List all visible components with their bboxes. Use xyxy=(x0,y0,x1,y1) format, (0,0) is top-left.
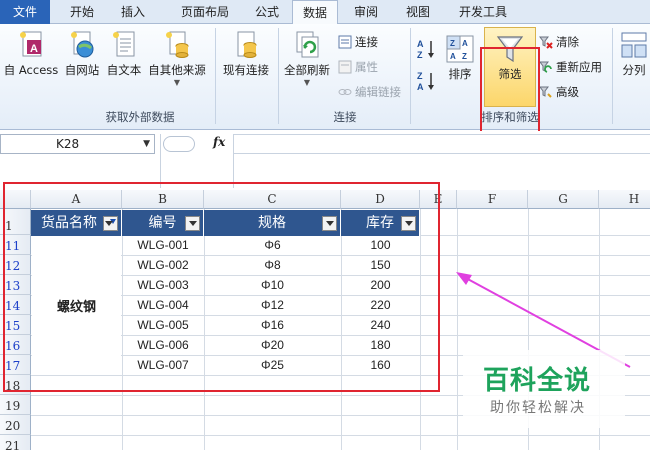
from-web-label: 自网站 xyxy=(64,63,100,77)
refresh-icon xyxy=(296,31,319,58)
watermark: 百科全说 助你轻松解决 xyxy=(463,350,625,428)
edit-links-button[interactable]: 编辑链接 xyxy=(338,84,401,101)
advanced-filter-icon xyxy=(539,86,552,98)
ribbon: A 自 Access 自网站 自文本 自其他来源 ▼ 现有连接 获取外部数据 全… xyxy=(0,24,650,135)
formula-drag-handle[interactable] xyxy=(163,136,195,152)
chevron-down-icon: ▼ xyxy=(173,78,181,87)
text-to-columns-icon xyxy=(621,32,647,58)
svg-text:A: A xyxy=(417,39,424,49)
tab-home[interactable]: 开始 xyxy=(58,0,106,24)
group-separator xyxy=(612,28,613,124)
from-other-sources-label: 自其他来源 xyxy=(148,63,206,77)
tab-data[interactable]: 数据 xyxy=(292,0,338,25)
from-text-label: 自文本 xyxy=(106,63,142,77)
text-to-columns-button[interactable]: 分列 xyxy=(618,30,650,78)
svg-text:A: A xyxy=(462,39,468,48)
svg-text:Z: Z xyxy=(417,71,423,81)
clear-filter-button[interactable]: 清除 xyxy=(539,34,579,51)
group-label-connections: 连接 xyxy=(333,110,357,124)
watermark-subtitle: 助你轻松解决 xyxy=(490,400,586,416)
formula-input[interactable] xyxy=(234,134,650,154)
from-web-button[interactable]: 自网站 xyxy=(60,30,104,78)
column-header-g[interactable]: G xyxy=(528,190,599,209)
row-header[interactable]: 19 xyxy=(0,395,31,415)
connections-label: 连接 xyxy=(355,35,378,49)
table-highlight-box xyxy=(3,182,440,392)
group-separator xyxy=(278,28,279,124)
from-text-button[interactable]: 自文本 xyxy=(104,30,144,78)
sort-ascending-icon: A Z xyxy=(417,39,434,60)
svg-text:Z: Z xyxy=(450,39,455,48)
column-header-h[interactable]: H xyxy=(599,190,650,209)
insert-function-icon[interactable]: fx xyxy=(213,135,225,149)
svg-text:A: A xyxy=(30,43,38,55)
reapply-button[interactable]: 重新应用 xyxy=(539,59,602,76)
formula-bar: K28 ▼ fx xyxy=(0,131,650,189)
reapply-label: 重新应用 xyxy=(556,60,602,74)
tab-page-layout[interactable]: 页面布局 xyxy=(164,0,246,24)
sort-descending-icon: Z A xyxy=(417,71,434,92)
web-icon xyxy=(71,31,94,58)
refresh-all-button[interactable]: 全部刷新 ▼ xyxy=(282,30,332,87)
existing-connections-label: 现有连接 xyxy=(223,63,269,77)
svg-text:Z: Z xyxy=(417,50,423,60)
sort-label: 排序 xyxy=(448,67,472,81)
connections-icon xyxy=(338,35,352,49)
group-label-external-data: 获取外部数据 xyxy=(105,110,175,124)
reapply-icon xyxy=(539,61,552,73)
from-access-label: 自 Access xyxy=(3,63,59,77)
svg-text:Z: Z xyxy=(462,52,467,61)
row-header[interactable]: 21 xyxy=(0,435,31,450)
chevron-down-icon: ▼ xyxy=(303,78,311,87)
svg-text:A: A xyxy=(450,52,456,61)
edit-links-label: 编辑链接 xyxy=(355,85,401,99)
link-icon xyxy=(338,89,352,95)
text-file-icon xyxy=(113,31,135,57)
connections-button[interactable]: 连接 xyxy=(338,34,378,51)
name-box[interactable]: K28 ▼ xyxy=(0,134,155,154)
tab-developer[interactable]: 开发工具 xyxy=(448,0,518,24)
group-separator xyxy=(410,28,411,124)
svg-text:A: A xyxy=(417,82,424,92)
advanced-filter-label: 高级 xyxy=(556,85,579,99)
access-icon: A xyxy=(20,31,42,57)
advanced-filter-button[interactable]: 高级 xyxy=(539,84,579,101)
from-other-sources-button[interactable]: 自其他来源 ▼ xyxy=(144,30,210,87)
name-box-value: K28 xyxy=(56,137,80,151)
sort-dialog-icon: Z A A Z xyxy=(446,35,474,63)
row-header[interactable]: 20 xyxy=(0,415,31,435)
chevron-down-icon[interactable]: ▼ xyxy=(143,135,150,153)
refresh-all-label: 全部刷新 xyxy=(284,63,330,77)
properties-button[interactable]: 属性 xyxy=(338,59,378,76)
sort-descending-button[interactable]: Z A xyxy=(416,70,438,95)
clear-filter-icon xyxy=(539,36,553,49)
sort-button[interactable]: Z A A Z 排序 xyxy=(442,34,478,82)
ribbon-tab-bar: 文件 开始 插入 页面布局 公式 数据 审阅 视图 开发工具 xyxy=(0,0,650,25)
gridline xyxy=(31,435,650,436)
text-to-columns-label: 分列 xyxy=(622,63,646,77)
existing-connections-icon xyxy=(237,31,257,58)
from-access-button[interactable]: A 自 Access xyxy=(2,30,60,78)
filter-highlight-box xyxy=(480,47,540,135)
sort-ascending-button[interactable]: A Z xyxy=(416,38,438,63)
other-sources-icon xyxy=(166,31,189,58)
tab-formulas[interactable]: 公式 xyxy=(246,0,288,24)
tab-insert[interactable]: 插入 xyxy=(112,0,154,24)
tab-view[interactable]: 视图 xyxy=(398,0,438,24)
existing-connections-button[interactable]: 现有连接 xyxy=(218,30,274,78)
tab-file[interactable]: 文件 xyxy=(0,0,50,24)
formula-controls: fx xyxy=(160,134,234,188)
clear-filter-label: 清除 xyxy=(556,35,579,49)
properties-icon xyxy=(338,60,352,74)
properties-label: 属性 xyxy=(355,60,378,74)
watermark-title: 百科全说 xyxy=(483,366,592,396)
column-header-f[interactable]: F xyxy=(457,190,528,209)
tab-review[interactable]: 审阅 xyxy=(346,0,386,24)
